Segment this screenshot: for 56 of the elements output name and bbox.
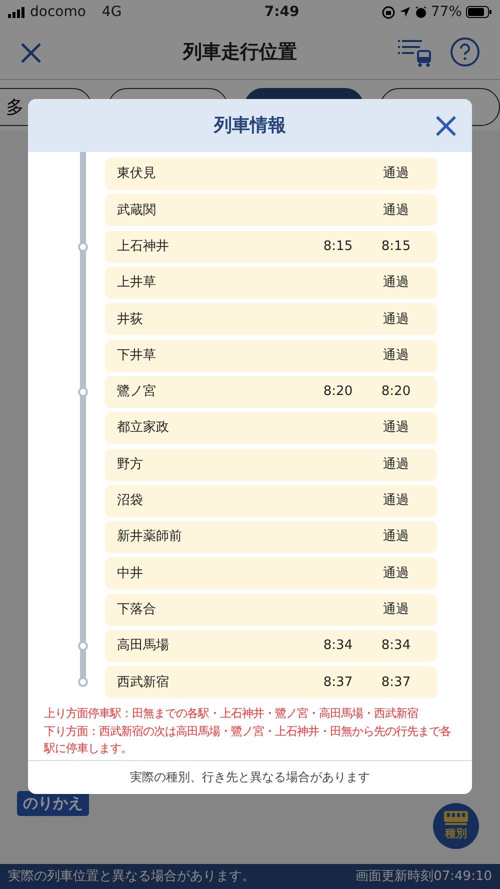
pass-status: 通過 xyxy=(382,492,410,510)
station-name: 井荻 xyxy=(117,310,144,329)
pass-status: 通過 xyxy=(382,564,410,583)
update-time: 画面更新時刻07:49:10 xyxy=(356,868,492,886)
carrier-name: docomo xyxy=(30,3,86,22)
station-name: 鷺ノ宮 xyxy=(117,383,157,402)
pass-status: 通過 xyxy=(382,528,410,546)
station-name: 中井 xyxy=(117,564,144,583)
arrival-time: 8:20 xyxy=(322,383,354,402)
departure-time: 8:20 xyxy=(380,383,412,402)
stop-marker xyxy=(78,641,88,651)
pass-status: 通過 xyxy=(382,165,410,184)
departure-time: 8:34 xyxy=(380,637,412,656)
station-name: 沼袋 xyxy=(117,492,144,510)
station-name: 新井薬師前 xyxy=(117,528,183,546)
arrival-time: 8:34 xyxy=(322,637,354,656)
station-name: 東伏見 xyxy=(117,165,157,184)
close-button[interactable] xyxy=(20,40,42,64)
arrival-time: 8:37 xyxy=(322,674,354,692)
stop-marker xyxy=(78,677,88,688)
departure-time: 8:37 xyxy=(380,674,412,692)
pass-status: 通過 xyxy=(382,419,410,438)
departure-time: 8:15 xyxy=(380,238,412,256)
pass-status: 通過 xyxy=(382,274,410,292)
station-name: 上石神井 xyxy=(117,238,170,256)
network-type: 4G xyxy=(102,3,122,22)
page-title: 列車走行位置 xyxy=(182,40,297,65)
pass-status: 通過 xyxy=(382,346,410,365)
pass-status: 通過 xyxy=(382,600,410,619)
station-name: 高田馬場 xyxy=(117,637,170,656)
station-name: 都立家政 xyxy=(117,419,170,438)
transfer-badge: のりかえ xyxy=(17,791,89,816)
stop-note: 下り方面：西武新宿の次は高田馬場・鷺ノ宮・上石神井・田無から先の行先まで各駅に停車します。 xyxy=(44,722,452,757)
station-name: 西武新宿 xyxy=(117,674,170,692)
stop-marker xyxy=(78,386,88,397)
pass-status: 通過 xyxy=(382,456,410,474)
help-button[interactable] xyxy=(450,37,480,67)
status-time: 7:49 xyxy=(263,3,300,22)
stop-note: 上り方面停車駅：田無までの各駅・上石神井・鷺ノ宮・高田馬場・西武新宿 xyxy=(44,705,419,722)
close-button[interactable] xyxy=(434,113,458,137)
disclaimer-text: 実際の種別、行き先と異なる場合があります xyxy=(130,769,370,786)
modal-title: 列車情報 xyxy=(214,114,286,138)
train-list-icon[interactable] xyxy=(398,37,434,67)
notice-text: 実際の列車位置と異なる場合があります。 xyxy=(8,868,255,886)
pass-status: 通過 xyxy=(382,202,410,220)
train-car-icon xyxy=(443,810,469,826)
station-name: 下井草 xyxy=(117,346,157,365)
stop-marker xyxy=(78,242,88,252)
pass-status: 通過 xyxy=(382,310,410,329)
type-filter-button[interactable]: 種別 xyxy=(433,803,479,849)
arrival-time: 8:15 xyxy=(322,238,354,256)
station-name: 上井草 xyxy=(117,274,157,292)
station-name: 野方 xyxy=(117,456,144,474)
battery-percent: 77% xyxy=(430,3,462,22)
station-name: 武蔵関 xyxy=(117,202,157,220)
station-name: 下落合 xyxy=(117,600,157,619)
